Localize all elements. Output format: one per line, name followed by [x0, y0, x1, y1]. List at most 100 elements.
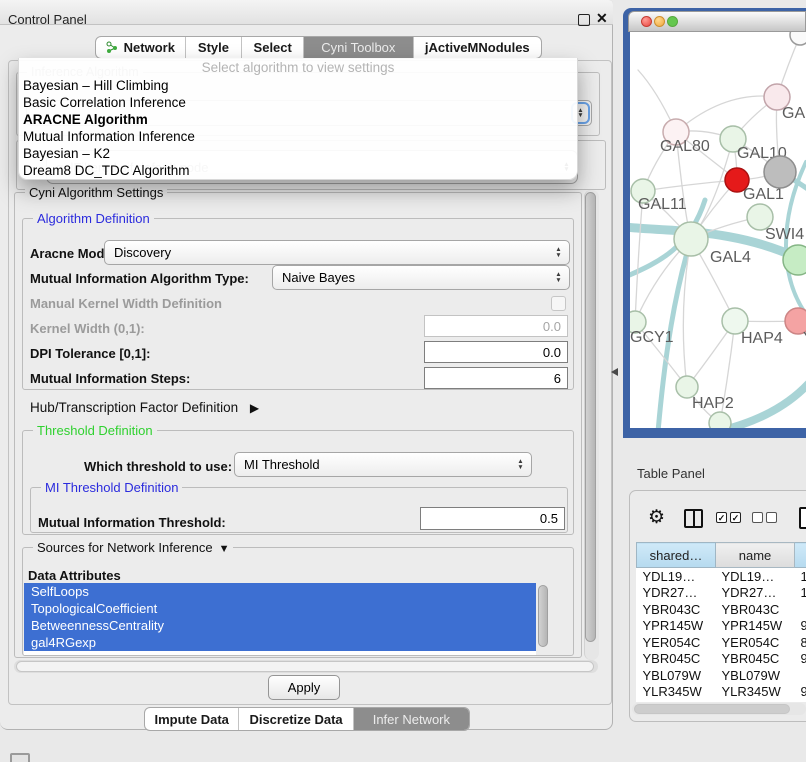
apply-button[interactable]: Apply: [268, 675, 340, 700]
table-row[interactable]: YLR345WYLR345W9.: [637, 684, 806, 701]
checked-box-icon-1[interactable]: [716, 512, 727, 523]
network-canvas[interactable]: GALGAL80GAL10GAL1GAL11SWI4GAL4GCY1HAP4YH…: [630, 32, 806, 428]
manual-kernel-checkbox[interactable]: [551, 296, 566, 311]
table-cell[interactable]: YBR043C: [637, 601, 716, 618]
table-column-header[interactable]: name: [716, 543, 795, 568]
settings-vscrollbar-thumb[interactable]: [585, 192, 596, 642]
table-cell[interactable]: YBR045C: [716, 651, 795, 668]
close-traffic-light-icon[interactable]: [641, 16, 652, 27]
sources-title[interactable]: Sources for Network Inference: [33, 540, 233, 555]
table-row[interactable]: YBL079WYBL079W: [637, 667, 806, 684]
table-column-header[interactable]: [795, 543, 806, 568]
table-cell[interactable]: YIL052C: [716, 700, 795, 702]
tab-jactivemnodules[interactable]: jActiveMNodules: [414, 37, 541, 58]
algorithm-option[interactable]: ARACNE Algorithm: [19, 111, 577, 128]
network-node[interactable]: [764, 156, 796, 188]
table-cell[interactable]: [795, 601, 806, 618]
minimize-traffic-light-icon[interactable]: [654, 16, 665, 27]
mi-steps-field[interactable]: 6: [424, 367, 568, 389]
table-cell[interactable]: 9.: [795, 700, 806, 702]
table-cell[interactable]: YLR345W: [637, 684, 716, 701]
table-cell[interactable]: [795, 667, 806, 684]
tab-infer-network[interactable]: Infer Network: [354, 708, 469, 730]
table-row[interactable]: YIL052CYIL052C9.: [637, 700, 806, 702]
tab-style[interactable]: Style: [186, 37, 243, 58]
algorithm-option[interactable]: Dream8 DC_TDC Algorithm: [19, 162, 577, 179]
aracne-mode-combo[interactable]: Discovery: [104, 240, 570, 265]
table-cell[interactable]: YIL052C: [637, 700, 716, 702]
table-cell[interactable]: YBL079W: [637, 667, 716, 684]
checked-box-icon-2[interactable]: [730, 512, 741, 523]
algorithm-list: Bayesian – Hill ClimbingBasic Correlatio…: [19, 77, 577, 179]
table-row[interactable]: YBR043CYBR043C: [637, 601, 806, 618]
network-edge[interactable]: [643, 180, 737, 191]
table-row[interactable]: YDL19…YDL19…13: [637, 568, 806, 585]
unchecked-box-icon-2[interactable]: [766, 512, 777, 523]
tab-network[interactable]: Network: [96, 37, 186, 58]
network-node[interactable]: [790, 32, 806, 45]
tab-select[interactable]: Select: [242, 37, 304, 58]
table-cell[interactable]: YLR345W: [716, 684, 795, 701]
table-panel-title: Table Panel: [637, 466, 705, 481]
network-tab-icon: [106, 41, 119, 54]
table-cell[interactable]: YPR145W: [716, 618, 795, 635]
data-attributes-list[interactable]: SelfLoopsTopologicalCoefficientBetweenne…: [24, 583, 536, 655]
close-icon[interactable]: [596, 10, 608, 27]
document-icon[interactable]: [799, 507, 806, 529]
data-attribute-item[interactable]: TopologicalCoefficient: [24, 600, 536, 617]
settings-hscrollbar-thumb[interactable]: [16, 661, 594, 672]
data-attribute-item[interactable]: BetweennessCentrality: [24, 617, 536, 634]
table-cell[interactable]: 13: [795, 568, 806, 585]
algorithm-option[interactable]: Mutual Information Inference: [19, 128, 577, 145]
algorithm-option[interactable]: Bayesian – K2: [19, 145, 577, 162]
table-cell[interactable]: YPR145W: [637, 618, 716, 635]
table-cell[interactable]: 12: [795, 585, 806, 602]
table-cell[interactable]: YBR043C: [716, 601, 795, 618]
tab-cyni-toolbox[interactable]: Cyni Toolbox: [304, 37, 414, 58]
mi-type-combo[interactable]: Naive Bayes: [272, 265, 570, 290]
hub-tf-expander[interactable]: Hub/Transcription Factor Definition: [30, 400, 259, 415]
algorithm-option[interactable]: Basic Correlation Inference: [19, 94, 577, 111]
tab-discretize-data[interactable]: Discretize Data: [239, 708, 353, 730]
dpi-tolerance-field[interactable]: 0.0: [424, 341, 568, 363]
table-row[interactable]: YER054CYER054C8.: [637, 634, 806, 651]
float-window-icon[interactable]: [578, 14, 590, 26]
network-node-label: GAL: [782, 105, 806, 122]
table-cell[interactable]: YDR27…: [716, 585, 795, 602]
data-attribute-item[interactable]: SelfLoops: [24, 583, 536, 600]
which-threshold-combo[interactable]: MI Threshold: [234, 452, 532, 477]
tab-impute-data[interactable]: Impute Data: [145, 708, 239, 730]
table-row[interactable]: YDR27…YDR27…12: [637, 585, 806, 602]
kernel-width-field[interactable]: 0.0: [424, 315, 568, 337]
mi-threshold-field[interactable]: 0.5: [420, 507, 565, 530]
table-row[interactable]: YBR045CYBR045C9.: [637, 651, 806, 668]
table-cell[interactable]: YDL19…: [716, 568, 795, 585]
popup-placeholder: Select algorithm to view settings: [19, 58, 577, 77]
table-cell[interactable]: YBL079W: [716, 667, 795, 684]
attributes-list-scrollbar[interactable]: [538, 585, 548, 647]
network-node-gal4[interactable]: [674, 222, 708, 256]
table-row[interactable]: YPR145WYPR145W9.: [637, 618, 806, 635]
table-cell[interactable]: YER054C: [716, 634, 795, 651]
network-edge[interactable]: [676, 96, 777, 132]
column-split-icon[interactable]: [684, 509, 703, 528]
table-cell[interactable]: YBR045C: [637, 651, 716, 668]
table-cell[interactable]: YER054C: [637, 634, 716, 651]
table-column-header[interactable]: shared…: [637, 543, 716, 568]
table-cell[interactable]: YDL19…: [637, 568, 716, 585]
zoom-traffic-light-icon[interactable]: [667, 16, 678, 27]
unchecked-box-icon-1[interactable]: [752, 512, 763, 523]
table-cell[interactable]: 9.: [795, 651, 806, 668]
network-node[interactable]: [709, 412, 731, 428]
dock-panel-icon[interactable]: [10, 753, 30, 762]
algorithm-option[interactable]: Bayesian – Hill Climbing: [19, 77, 577, 94]
table-cell[interactable]: YDR27…: [637, 585, 716, 602]
network-node[interactable]: [783, 245, 806, 275]
bottom-tabbar: Impute Data Discretize Data Infer Networ…: [144, 707, 470, 731]
table-cell[interactable]: 9.: [795, 618, 806, 635]
table-cell[interactable]: 9.: [795, 684, 806, 701]
gear-icon[interactable]: [648, 506, 665, 529]
table-cell[interactable]: 8.: [795, 634, 806, 651]
table-hscrollbar-thumb[interactable]: [634, 704, 790, 714]
data-attribute-item[interactable]: gal4RGexp: [24, 634, 536, 651]
